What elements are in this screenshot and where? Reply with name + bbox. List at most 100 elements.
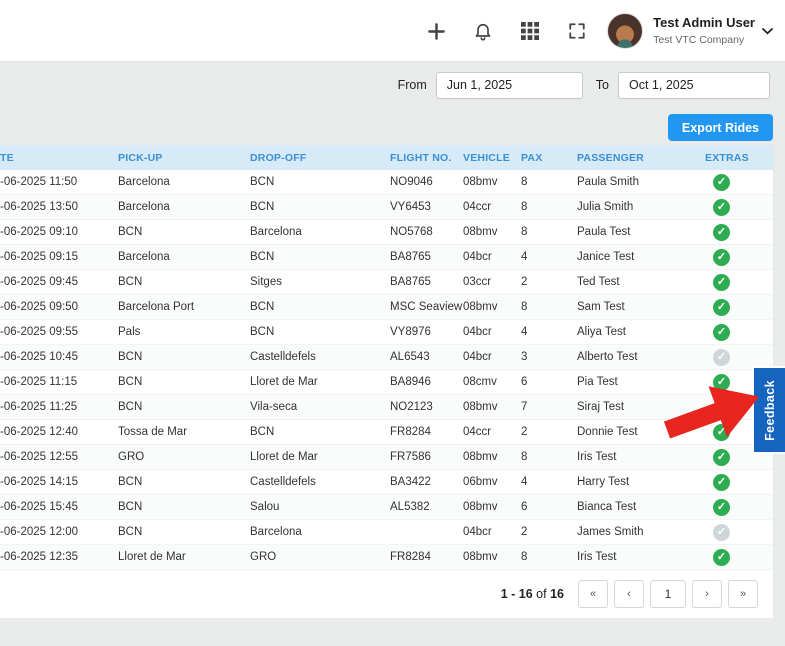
pagination-of: of <box>536 587 546 601</box>
table-row[interactable]: -06-2025 14:15 BCN Castelldefels BA3422 … <box>0 470 773 495</box>
column-header-pickup[interactable]: PICK-UP <box>118 152 250 164</box>
column-header-vehicle[interactable]: VEHICLE <box>463 152 521 164</box>
cell-vehicle: 04ccr <box>463 201 521 213</box>
cell-flight: BA8946 <box>390 376 463 388</box>
cell-flight: BA8765 <box>390 276 463 288</box>
first-page-button[interactable]: « <box>578 580 608 608</box>
cell-flight: NO9046 <box>390 176 463 188</box>
cell-pickup: BCN <box>118 376 250 388</box>
cell-passenger: Pia Test <box>577 376 705 388</box>
bell-icon[interactable] <box>473 21 493 41</box>
cell-dropoff: Sitges <box>250 276 390 288</box>
cell-vehicle: 04bcr <box>463 251 521 263</box>
cell-date: -06-2025 10:45 <box>0 351 118 363</box>
from-date-input[interactable] <box>436 72 583 99</box>
column-header-pax[interactable]: PAX <box>521 152 577 164</box>
cell-passenger: Julia Smith <box>577 201 705 213</box>
user-block[interactable]: Test Admin User Test VTC Company <box>653 15 755 46</box>
cell-pickup: BCN <box>118 401 250 413</box>
cell-flight: BA3422 <box>390 476 463 488</box>
cell-pickup: Pals <box>118 326 250 338</box>
grid-icon[interactable] <box>520 21 540 41</box>
avatar[interactable] <box>607 13 643 49</box>
cell-pickup: BCN <box>118 476 250 488</box>
table-row[interactable]: -06-2025 09:55 Pals BCN VY8976 04bcr 4 A… <box>0 320 773 345</box>
cell-pickup: Barcelona Port <box>118 301 250 313</box>
cell-vehicle: 08bmv <box>463 501 521 513</box>
feedback-tab[interactable]: Feedback <box>752 366 785 454</box>
extras-check-icon: ✓ <box>713 474 730 491</box>
table-row[interactable]: -06-2025 12:40 Tossa de Mar BCN FR8284 0… <box>0 420 773 445</box>
cell-date: -06-2025 11:15 <box>0 376 118 388</box>
column-header-extras[interactable]: EXTRAS <box>705 152 773 164</box>
cell-date: -06-2025 12:40 <box>0 426 118 438</box>
cell-pickup: GRO <box>118 451 250 463</box>
cell-passenger: Paula Smith <box>577 176 705 188</box>
plus-icon[interactable] <box>426 21 446 41</box>
next-page-button[interactable]: › <box>692 580 722 608</box>
prev-page-button[interactable]: ‹ <box>614 580 644 608</box>
chevron-down-icon[interactable] <box>762 28 773 35</box>
cell-pax: 4 <box>521 251 577 263</box>
cell-pax: 8 <box>521 451 577 463</box>
table-row[interactable]: -06-2025 09:50 Barcelona Port BCN MSC Se… <box>0 295 773 320</box>
table-body: -06-2025 11:50 Barcelona BCN NO9046 08bm… <box>0 170 773 570</box>
cell-pax: 8 <box>521 301 577 313</box>
export-rides-button[interactable]: Export Rides <box>668 114 773 141</box>
table-row[interactable]: -06-2025 15:45 BCN Salou AL5382 08bmv 6 … <box>0 495 773 520</box>
table-row[interactable]: -06-2025 13:50 Barcelona BCN VY6453 04cc… <box>0 195 773 220</box>
expand-icon[interactable] <box>567 21 587 41</box>
cell-pax: 2 <box>521 426 577 438</box>
cell-date: -06-2025 12:00 <box>0 526 118 538</box>
cell-dropoff: Castelldefels <box>250 351 390 363</box>
cell-passenger: Alberto Test <box>577 351 705 363</box>
column-header-dropoff[interactable]: DROP-OFF <box>250 152 390 164</box>
cell-dropoff: BCN <box>250 251 390 263</box>
cell-pax: 2 <box>521 276 577 288</box>
cell-extras: ✓ <box>705 224 773 241</box>
cell-dropoff: BCN <box>250 326 390 338</box>
table-row[interactable]: -06-2025 12:55 GRO Lloret de Mar FR7586 … <box>0 445 773 470</box>
column-header-flight[interactable]: FLIGHT NO. <box>390 152 463 164</box>
last-page-button[interactable]: » <box>728 580 758 608</box>
to-date-input[interactable] <box>618 72 770 99</box>
extras-check-icon: ✓ <box>713 324 730 341</box>
column-header-passenger[interactable]: PASSENGER <box>577 152 705 164</box>
table-row[interactable]: -06-2025 12:35 Lloret de Mar GRO FR8284 … <box>0 545 773 570</box>
table-row[interactable]: -06-2025 11:15 BCN Lloret de Mar BA8946 … <box>0 370 773 395</box>
cell-pickup: BCN <box>118 526 250 538</box>
cell-dropoff: BCN <box>250 176 390 188</box>
table-row[interactable]: -06-2025 10:45 BCN Castelldefels AL6543 … <box>0 345 773 370</box>
pagination-range: 1 - 16 <box>501 587 533 601</box>
cell-passenger: Harry Test <box>577 476 705 488</box>
cell-flight: FR8284 <box>390 551 463 563</box>
table-row[interactable]: -06-2025 11:50 Barcelona BCN NO9046 08bm… <box>0 170 773 195</box>
table-row[interactable]: -06-2025 11:25 BCN Vila-seca NO2123 08bm… <box>0 395 773 420</box>
to-label: To <box>596 78 609 92</box>
cell-extras: ✓ <box>705 474 773 491</box>
cell-dropoff: Barcelona <box>250 226 390 238</box>
table-row[interactable]: -06-2025 09:10 BCN Barcelona NO5768 08bm… <box>0 220 773 245</box>
cell-vehicle: 08bmv <box>463 401 521 413</box>
cell-vehicle: 04bcr <box>463 526 521 538</box>
table-row[interactable]: -06-2025 12:00 BCN Barcelona 04bcr 2 Jam… <box>0 520 773 545</box>
cell-flight: AL5382 <box>390 501 463 513</box>
cell-date: -06-2025 15:45 <box>0 501 118 513</box>
extras-check-icon: ✓ <box>713 199 730 216</box>
column-header-date[interactable]: TE <box>0 152 118 164</box>
top-bar: Test Admin User Test VTC Company <box>0 0 785 62</box>
cell-date: -06-2025 12:55 <box>0 451 118 463</box>
table-row[interactable]: -06-2025 09:45 BCN Sitges BA8765 03ccr 2… <box>0 270 773 295</box>
cell-date: -06-2025 09:55 <box>0 326 118 338</box>
cell-extras: ✓ <box>705 549 773 566</box>
cell-date: -06-2025 09:15 <box>0 251 118 263</box>
cell-vehicle: 04bcr <box>463 326 521 338</box>
cell-pickup: Barcelona <box>118 251 250 263</box>
cell-vehicle: 03ccr <box>463 276 521 288</box>
table-row[interactable]: -06-2025 09:15 Barcelona BCN BA8765 04bc… <box>0 245 773 270</box>
cell-dropoff: Castelldefels <box>250 476 390 488</box>
cell-passenger: Ted Test <box>577 276 705 288</box>
cell-dropoff: BCN <box>250 201 390 213</box>
cell-vehicle: 08bmv <box>463 226 521 238</box>
current-page-button[interactable]: 1 <box>650 580 686 608</box>
